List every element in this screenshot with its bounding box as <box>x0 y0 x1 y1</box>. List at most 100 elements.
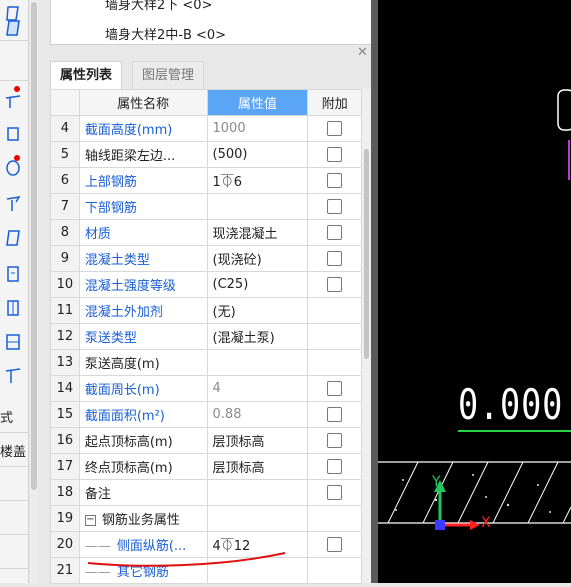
scrollbar-thumb[interactable] <box>31 2 37 490</box>
scrollbar-thumb[interactable] <box>364 149 369 359</box>
table-row[interactable]: 5 轴线距梁左边... (500) <box>50 141 362 168</box>
left-scrollbar[interactable] <box>30 0 38 583</box>
table-row[interactable]: 9 混凝土类型 (现浇砼) <box>50 245 362 272</box>
table-row[interactable]: 14 截面周长(m) 4 <box>50 375 362 402</box>
toolbar-text-style[interactable]: 式 <box>0 407 13 426</box>
property-value-cell[interactable] <box>206 479 309 506</box>
property-value-cell[interactable]: 现浇混凝土 <box>206 219 309 246</box>
property-name-cell[interactable]: 混凝土强度等级 <box>78 271 208 298</box>
attach-checkbox[interactable] <box>327 381 343 396</box>
table-row[interactable]: 13 泵送高度(m) <box>50 349 362 376</box>
property-name-cell[interactable]: 上部钢筋 <box>78 167 208 194</box>
property-name-cell[interactable]: 轴线距梁左边... <box>78 141 208 168</box>
attach-checkbox[interactable] <box>327 251 343 266</box>
extra-cell <box>307 453 362 480</box>
table-row[interactable]: 18 备注 <box>50 479 362 506</box>
property-name-cell[interactable]: —— 侧面纵筋(... <box>78 531 208 558</box>
table-row[interactable]: 10 混凝土强度等级 (C25) <box>50 271 362 298</box>
table-row[interactable]: 6 上部钢筋 1⏁6 <box>50 167 362 194</box>
cad-canvas[interactable]: Y X <box>378 0 571 583</box>
property-name-cell[interactable]: 混凝土类型 <box>78 245 208 272</box>
property-name-cell[interactable]: 泵送类型 <box>78 323 208 350</box>
panel-splitter[interactable] <box>371 0 378 583</box>
wall-draw-icon[interactable] <box>4 228 22 248</box>
tab-layer-management[interactable]: 图层管理 <box>132 61 205 91</box>
property-value-cell[interactable]: 1000 <box>206 115 309 142</box>
table-row[interactable]: 4 截面高度(mm) 1000 <box>50 115 362 142</box>
table-row[interactable]: 16 起点顶标高(m) 层顶标高 <box>50 427 362 454</box>
property-value-cell[interactable] <box>206 193 309 220</box>
row-index: 20 <box>50 531 80 558</box>
property-name-cell[interactable]: 起点顶标高(m) <box>78 427 208 454</box>
attach-checkbox[interactable] <box>327 225 343 240</box>
property-value-cell[interactable]: (500) <box>206 141 309 168</box>
table-row[interactable]: 11 混凝土外加剂 (无) <box>50 297 362 324</box>
attach-checkbox[interactable] <box>327 173 343 188</box>
property-value-cell[interactable]: 层顶标高 <box>206 453 309 480</box>
component-item[interactable]: 墙身大样2中-B <0> <box>105 24 226 43</box>
table-row[interactable]: 21 —— 其它钢筋 <box>50 557 362 584</box>
table-row[interactable]: 17 终点顶标高(m) 层顶标高 <box>50 453 362 480</box>
table-row[interactable]: 19− 钢筋业务属性 <box>50 505 362 532</box>
property-name-cell[interactable]: 材质 <box>78 219 208 246</box>
property-value-cell[interactable]: 层顶标高 <box>206 427 309 454</box>
attach-checkbox[interactable] <box>327 485 343 500</box>
property-name-cell[interactable]: —— 其它钢筋 <box>78 557 208 584</box>
extra-cell <box>307 115 362 142</box>
property-name-cell[interactable]: − 钢筋业务属性 <box>78 505 208 532</box>
left-toolbar: 式 楼盖 <box>0 0 29 583</box>
attach-checkbox[interactable] <box>327 199 343 214</box>
toolbar-text-floor[interactable]: 楼盖 <box>0 441 26 460</box>
table-row[interactable]: 12 泵送类型 (混凝土泵) <box>50 323 362 350</box>
stair-tool-icon[interactable] <box>4 194 22 214</box>
attach-checkbox[interactable] <box>327 121 343 136</box>
attach-checkbox[interactable] <box>327 147 343 162</box>
property-value-cell[interactable] <box>206 557 309 584</box>
property-name-cell[interactable]: 混凝土外加剂 <box>78 297 208 324</box>
window-tool-icon[interactable] <box>4 298 22 318</box>
column-header-extra[interactable]: 附加 <box>307 89 362 116</box>
property-value-cell[interactable]: 0.88 <box>206 401 309 428</box>
slab-tool-icon[interactable] <box>4 124 22 144</box>
property-value-cell[interactable]: 4⏁12 <box>206 531 309 558</box>
property-value-cell[interactable]: 4 <box>206 375 309 402</box>
opening-tool-icon[interactable] <box>4 158 22 178</box>
property-name-cell[interactable]: 下部钢筋 <box>78 193 208 220</box>
grid-tool-icon[interactable] <box>4 332 22 352</box>
property-value-cell[interactable]: 1⏁6 <box>206 167 309 194</box>
attach-checkbox[interactable] <box>327 433 343 448</box>
collapse-icon[interactable]: − <box>84 515 96 526</box>
tab-property-list[interactable]: 属性列表 <box>50 61 123 90</box>
column-tool-icon[interactable] <box>4 92 22 112</box>
column-draw-icon[interactable] <box>4 366 22 386</box>
table-row[interactable]: 8 材质 现浇混凝土 <box>50 219 362 246</box>
column-header-name[interactable]: 属性名称 <box>78 89 208 116</box>
attach-checkbox[interactable] <box>327 459 343 474</box>
table-scrollbar[interactable] <box>362 89 371 583</box>
attach-checkbox[interactable] <box>327 407 343 422</box>
table-row[interactable]: 7 下部钢筋 <box>50 193 362 220</box>
property-name-cell[interactable]: 截面高度(mm) <box>78 115 208 142</box>
property-name-cell[interactable]: 截面周长(m) <box>78 375 208 402</box>
extra-cell <box>307 531 362 558</box>
attach-checkbox[interactable] <box>327 277 343 292</box>
door-tool-icon[interactable] <box>4 264 22 284</box>
column-header-value[interactable]: 属性值 <box>206 89 309 116</box>
property-value-cell[interactable]: (现浇砼) <box>206 245 309 272</box>
property-value-cell[interactable] <box>206 349 309 376</box>
property-value-cell[interactable] <box>206 505 309 532</box>
table-row[interactable]: 20 —— 侧面纵筋(... 4⏁12 <box>50 531 362 558</box>
property-name-cell[interactable]: 备注 <box>78 479 208 506</box>
property-value-cell[interactable]: (无) <box>206 297 309 324</box>
property-name-cell[interactable]: 终点顶标高(m) <box>78 453 208 480</box>
close-icon[interactable]: ✕ <box>357 45 368 60</box>
beam-tool-icon[interactable] <box>4 18 22 38</box>
component-item[interactable]: 墙身大样2下 <0> <box>105 0 212 13</box>
property-name-cell[interactable]: 泵送高度(m) <box>78 349 208 376</box>
property-name-cell[interactable]: 截面面积(m²) <box>78 401 208 428</box>
property-value-cell[interactable]: (C25) <box>206 271 309 298</box>
table-row[interactable]: 15 截面面积(m²) 0.88 <box>50 401 362 428</box>
property-value-cell[interactable]: (混凝土泵) <box>206 323 309 350</box>
property-name: 起点顶标高(m) <box>84 435 173 450</box>
attach-checkbox[interactable] <box>327 537 343 552</box>
